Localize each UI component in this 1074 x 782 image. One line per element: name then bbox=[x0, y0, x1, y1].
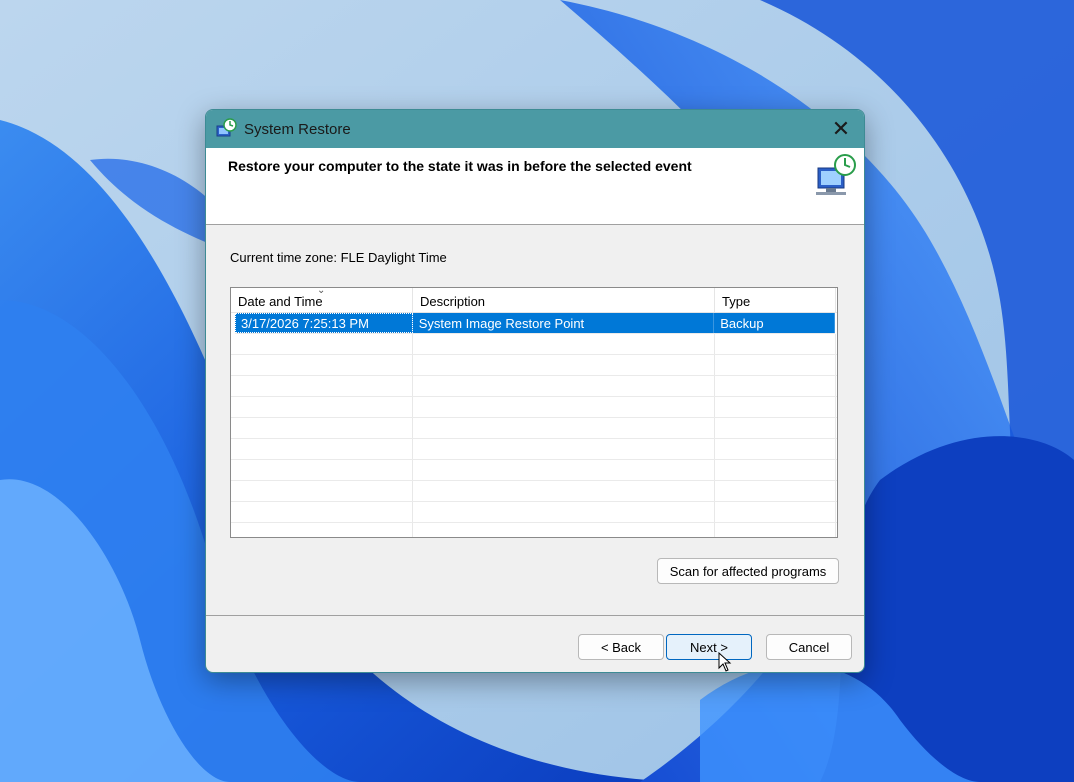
empty-cell bbox=[413, 523, 715, 537]
empty-row bbox=[231, 418, 837, 439]
empty-cell bbox=[715, 523, 836, 537]
empty-row bbox=[231, 334, 837, 355]
empty-row bbox=[231, 460, 837, 481]
restore-points-table[interactable]: ⌄ Date and Time Description Type 3/17/20… bbox=[230, 287, 838, 538]
empty-cell bbox=[413, 460, 715, 480]
window-title: System Restore bbox=[244, 120, 351, 138]
empty-cell bbox=[715, 460, 836, 480]
empty-cell bbox=[231, 376, 413, 396]
column-header-type[interactable]: Type bbox=[715, 288, 836, 312]
empty-cell bbox=[715, 397, 836, 417]
empty-cell bbox=[715, 502, 836, 522]
empty-cell bbox=[231, 502, 413, 522]
mouse-pointer-icon bbox=[718, 652, 732, 672]
column-header-description-label: Description bbox=[420, 294, 486, 309]
empty-row bbox=[231, 502, 837, 523]
empty-row bbox=[231, 439, 837, 460]
empty-cell bbox=[413, 481, 715, 501]
empty-cell bbox=[413, 397, 715, 417]
empty-row bbox=[231, 376, 837, 397]
system-restore-dialog: System Restore ✕ Restore your computer t… bbox=[205, 109, 865, 673]
empty-row bbox=[231, 481, 837, 502]
cell-type: Backup bbox=[714, 313, 835, 333]
empty-cell bbox=[231, 481, 413, 501]
title-bar[interactable]: System Restore ✕ bbox=[206, 110, 864, 148]
table-header: ⌄ Date and Time Description Type bbox=[231, 288, 837, 313]
timezone-label: Current time zone: bbox=[230, 250, 337, 265]
close-icon: ✕ bbox=[831, 116, 851, 141]
page-heading: Restore your computer to the state it wa… bbox=[228, 158, 692, 174]
empty-cell bbox=[413, 418, 715, 438]
sort-descending-icon: ⌄ bbox=[317, 287, 326, 296]
cell-description: System Image Restore Point bbox=[413, 313, 715, 333]
empty-cell bbox=[231, 439, 413, 459]
column-header-date[interactable]: ⌄ Date and Time bbox=[231, 288, 413, 312]
back-button[interactable]: < Back bbox=[578, 634, 664, 660]
next-button[interactable]: Next > bbox=[666, 634, 752, 660]
scan-affected-programs-button[interactable]: Scan for affected programs bbox=[657, 558, 839, 584]
empty-cell bbox=[231, 397, 413, 417]
system-restore-icon bbox=[216, 118, 237, 137]
timezone-info: Current time zone: FLE Daylight Time bbox=[230, 250, 447, 265]
empty-cell bbox=[231, 334, 413, 354]
empty-row bbox=[231, 397, 837, 418]
empty-cell bbox=[413, 376, 715, 396]
empty-cell bbox=[413, 502, 715, 522]
empty-cell bbox=[715, 439, 836, 459]
empty-cell bbox=[231, 460, 413, 480]
column-header-type-label: Type bbox=[722, 294, 751, 309]
empty-cell bbox=[715, 418, 836, 438]
wizard-header: Restore your computer to the state it wa… bbox=[206, 148, 864, 225]
column-header-description[interactable]: Description bbox=[413, 288, 715, 312]
empty-cell bbox=[231, 355, 413, 375]
empty-row bbox=[231, 355, 837, 376]
close-button[interactable]: ✕ bbox=[818, 110, 864, 148]
empty-cell bbox=[715, 334, 836, 354]
empty-cell bbox=[413, 439, 715, 459]
cancel-button[interactable]: Cancel bbox=[766, 634, 852, 660]
restore-computer-icon bbox=[816, 154, 856, 195]
empty-cell bbox=[715, 376, 836, 396]
empty-cell bbox=[715, 481, 836, 501]
timezone-value: FLE Daylight Time bbox=[340, 250, 447, 265]
cell-date: 3/17/2026 7:25:13 PM bbox=[235, 313, 413, 333]
column-header-date-label: Date and Time bbox=[238, 294, 323, 309]
empty-cell bbox=[231, 418, 413, 438]
footer-divider bbox=[206, 615, 864, 616]
empty-cell bbox=[231, 523, 413, 537]
empty-row bbox=[231, 523, 837, 537]
empty-cell bbox=[413, 334, 715, 354]
empty-cell bbox=[413, 355, 715, 375]
empty-cell bbox=[715, 355, 836, 375]
table-row[interactable]: 3/17/2026 7:25:13 PM System Image Restor… bbox=[235, 313, 835, 334]
